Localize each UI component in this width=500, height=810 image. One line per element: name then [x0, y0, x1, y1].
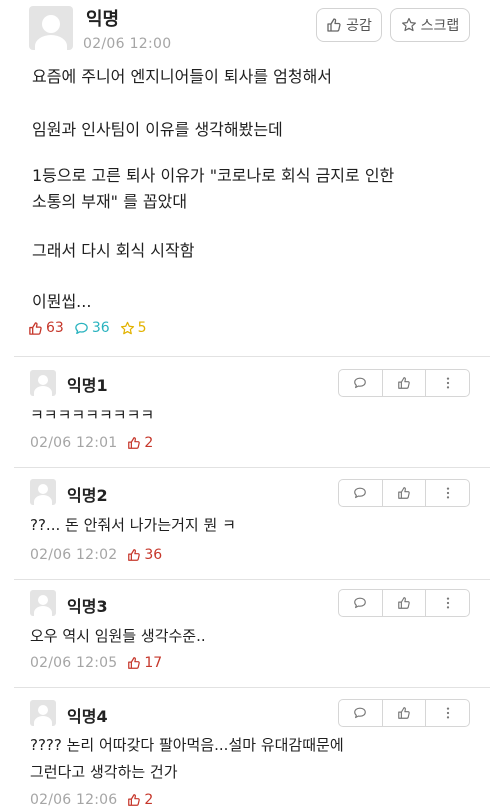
comment: 익명4 ???? 논리 어따갖다 팔아먹음...설마 유대감때문에 그런다고 생…	[0, 688, 500, 810]
comment-like-count: 2	[127, 435, 153, 451]
scrap-count-value: 5	[137, 320, 147, 336]
like-button-label: 공감	[346, 18, 372, 34]
more-options-button[interactable]	[426, 480, 469, 506]
comment-like-value: 17	[144, 655, 163, 671]
post-line: 요즘에 주니어 엔지니어들이 퇴사를 엄청해서	[32, 67, 333, 86]
thumbs-up-icon	[128, 657, 141, 669]
thumbs-up-icon	[29, 321, 42, 335]
comment-timestamp: 02/06 12:02	[30, 547, 118, 563]
post-author: 익명	[86, 9, 120, 30]
comment-count: 36	[74, 320, 110, 336]
comment-timestamp: 02/06 12:01	[30, 435, 118, 451]
comment-author: 익명3	[67, 597, 108, 616]
post-line: 그래서 다시 회식 시작함	[32, 241, 195, 260]
more-options-button[interactable]	[426, 370, 469, 396]
reply-button[interactable]	[339, 590, 383, 616]
comment-avatar	[30, 700, 56, 726]
like-count-value: 63	[46, 320, 64, 336]
thumbs-up-icon	[327, 18, 341, 32]
comment-meta: 02/06 12:02 36	[30, 547, 162, 563]
reply-button[interactable]	[339, 700, 383, 726]
speech-bubble-icon	[75, 322, 88, 334]
comment-like-value: 36	[144, 547, 163, 563]
comment-avatar	[30, 370, 56, 396]
comment-avatar	[30, 479, 56, 505]
comment-timestamp: 02/06 12:05	[30, 655, 118, 671]
post-timestamp: 02/06 12:00	[83, 36, 172, 52]
post-stats: 63 36 5	[28, 318, 157, 338]
comment-like-count: 36	[127, 547, 162, 563]
comment-like-value: 2	[144, 435, 154, 451]
comment-actions	[338, 589, 470, 617]
comment-text: ㅋㅋㅋㅋㅋㅋㅋㅋㅋ	[30, 406, 155, 424]
comment-author: 익명1	[67, 376, 108, 395]
comment-like-value: 2	[144, 792, 154, 808]
speech-bubble-icon	[354, 597, 367, 609]
more-options-button[interactable]	[426, 700, 469, 726]
post-line: 1등으로 고른 퇴사 이유가 "코로나로 회식 금지로 인한	[32, 166, 395, 185]
author-avatar	[29, 6, 73, 50]
comment-like-button[interactable]	[383, 370, 427, 396]
star-icon	[401, 17, 416, 32]
more-options-button[interactable]	[426, 590, 469, 616]
post-line: 소통의 부재" 를 꼽았대	[32, 192, 188, 211]
thumbs-up-icon	[128, 437, 141, 449]
comment-like-button[interactable]	[383, 480, 427, 506]
like-count: 63	[28, 320, 64, 336]
reply-button[interactable]	[339, 370, 383, 396]
comment-avatar	[30, 590, 56, 616]
comment-meta: 02/06 12:01 2	[30, 435, 153, 451]
comment-text: 오우 역시 임원들 생각수준..	[30, 627, 206, 645]
speech-bubble-icon	[354, 707, 367, 719]
scrap-count: 5	[120, 320, 147, 336]
thumbs-up-icon	[128, 549, 141, 561]
comment-meta: 02/06 12:05 17	[30, 655, 162, 671]
comment-author: 익명4	[67, 707, 108, 726]
star-icon	[120, 321, 134, 334]
comment-count-value: 36	[91, 320, 110, 336]
more-vertical-icon	[446, 707, 449, 719]
scrap-button[interactable]: 스크랩	[390, 8, 470, 42]
comment-like-button[interactable]	[383, 700, 427, 726]
comment: 익명3 오우 역시 임원들 생각수준.. 02/06 12:05 17	[0, 580, 500, 688]
more-vertical-icon	[446, 597, 449, 609]
comment-text: 그런다고 생각하는 건가	[30, 763, 178, 781]
post-line: 이뭔씹...	[32, 292, 92, 311]
reply-button[interactable]	[339, 480, 383, 506]
speech-bubble-icon	[354, 487, 367, 499]
comment-like-button[interactable]	[383, 590, 427, 616]
like-button[interactable]: 공감	[316, 8, 382, 42]
comment-actions	[338, 699, 470, 727]
comment-like-count: 17	[127, 655, 162, 671]
scrap-button-label: 스크랩	[420, 18, 460, 34]
more-vertical-icon	[446, 487, 449, 499]
thumbs-up-icon	[398, 707, 410, 719]
thumbs-up-icon	[398, 377, 410, 389]
thumbs-up-icon	[398, 487, 410, 499]
comment: 익명2 ??... 돈 안줘서 나가는거지 뭔 ㅋ 02/06 12:02 36	[0, 468, 500, 578]
comment-actions	[338, 369, 470, 397]
comment-meta: 02/06 12:06 2	[30, 792, 153, 808]
comment-text: ??... 돈 안줘서 나가는거지 뭔 ㅋ	[30, 516, 236, 534]
speech-bubble-icon	[354, 377, 367, 389]
comment-text: ???? 논리 어따갖다 팔아먹음...설마 유대감때문에	[30, 736, 344, 754]
post-line: 임원과 인사팀이 이유를 생각해봤는데	[32, 120, 283, 139]
more-vertical-icon	[446, 377, 449, 389]
thumbs-up-icon	[128, 794, 141, 806]
thumbs-up-icon	[398, 597, 410, 609]
comment-author: 익명2	[67, 486, 108, 505]
post: 익명 02/06 12:00 공감 스크랩 요즘에 주니어 엔지니어들이 퇴사를…	[0, 0, 500, 352]
comment-actions	[338, 479, 470, 507]
comment-like-count: 2	[127, 792, 153, 808]
comment-timestamp: 02/06 12:06	[30, 792, 118, 808]
comment: 익명1 ㅋㅋㅋㅋㅋㅋㅋㅋㅋ 02/06 12:01 2	[0, 357, 500, 465]
